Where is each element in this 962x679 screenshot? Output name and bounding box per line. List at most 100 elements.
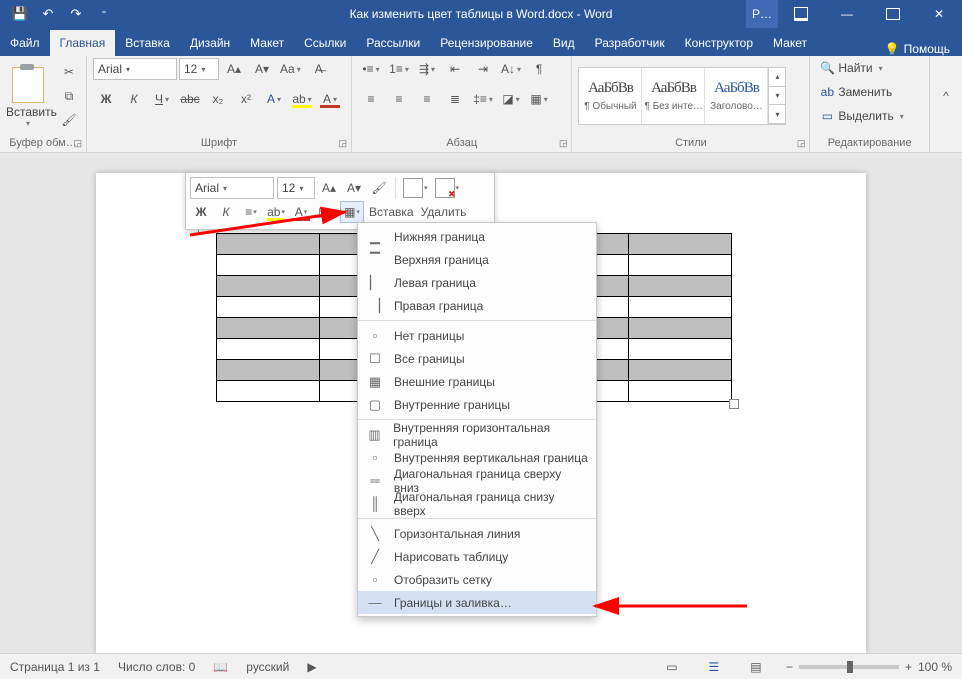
- table-cell[interactable]: [629, 255, 732, 276]
- table-cell[interactable]: [629, 381, 732, 402]
- paste-button[interactable]: Вставить ▾: [6, 65, 50, 128]
- tab-review[interactable]: Рецензирование: [430, 30, 543, 56]
- mini-insert-label[interactable]: Вставка: [367, 202, 416, 222]
- tab-references[interactable]: Ссылки: [294, 30, 356, 56]
- status-page[interactable]: Страница 1 из 1: [10, 660, 100, 674]
- align-right-icon[interactable]: ≡: [414, 88, 440, 110]
- select-button[interactable]: ▭Выделить▾: [820, 106, 903, 126]
- cut-icon[interactable]: ✂: [56, 61, 82, 83]
- shading-icon[interactable]: ◪: [498, 88, 524, 110]
- styles-more-icon[interactable]: ▾: [769, 105, 785, 124]
- view-web-icon[interactable]: ▤: [744, 657, 768, 677]
- clear-format-icon[interactable]: A̶: [306, 58, 332, 80]
- zoom-in-icon[interactable]: +: [905, 660, 912, 674]
- view-print-icon[interactable]: ☰: [702, 657, 726, 677]
- collapse-ribbon-icon[interactable]: ^: [933, 85, 959, 107]
- table-cell[interactable]: [629, 234, 732, 255]
- mini-shrink-font-icon[interactable]: A▾: [343, 178, 365, 198]
- font-launcher-icon[interactable]: ◲: [339, 138, 348, 149]
- borders-menu-item[interactable]: ╱Нарисовать таблицу: [358, 545, 596, 568]
- tab-home[interactable]: Главная: [50, 30, 116, 56]
- mini-shading-icon[interactable]: ◪: [315, 202, 337, 222]
- mini-size-combo[interactable]: 12▾: [277, 177, 315, 199]
- sort-icon[interactable]: A↓: [498, 58, 524, 80]
- redo-icon[interactable]: ↷: [64, 2, 88, 26]
- format-painter-icon[interactable]: 🖌: [56, 109, 82, 131]
- underline-icon[interactable]: Ч: [149, 88, 175, 110]
- justify-icon[interactable]: ≣: [442, 88, 468, 110]
- borders-menu-item[interactable]: ▔Верхняя граница: [358, 248, 596, 271]
- font-color-icon[interactable]: A: [317, 88, 343, 110]
- ribbon-display-icon[interactable]: [778, 0, 824, 28]
- highlight-icon[interactable]: ab: [289, 88, 315, 110]
- zoom-level[interactable]: 100 %: [918, 660, 952, 674]
- borders-menu-item[interactable]: ╲Горизонтальная линия: [358, 522, 596, 545]
- styles-gallery[interactable]: АаБбВв ¶ Обычный АаБбВв ¶ Без инте… АаБб…: [578, 67, 786, 125]
- mini-grow-font-icon[interactable]: A▴: [318, 178, 340, 198]
- mini-font-combo[interactable]: Arial▾: [190, 177, 274, 199]
- copy-icon[interactable]: ⧉: [56, 85, 82, 107]
- table-cell[interactable]: [629, 318, 732, 339]
- table-cell[interactable]: [217, 381, 320, 402]
- view-read-icon[interactable]: ▭: [660, 657, 684, 677]
- indent-increase-icon[interactable]: ⇥: [470, 58, 496, 80]
- borders-menu-item[interactable]: ▢Внутренние границы: [358, 393, 596, 416]
- status-proof-icon[interactable]: 📖: [213, 660, 228, 674]
- borders-icon[interactable]: ▦: [526, 88, 552, 110]
- tab-insert[interactable]: Вставка: [115, 30, 180, 56]
- mini-bold-icon[interactable]: Ж: [190, 202, 212, 222]
- borders-menu-item[interactable]: ☐Все границы: [358, 347, 596, 370]
- zoom-slider[interactable]: [799, 665, 899, 669]
- table-cell[interactable]: [217, 255, 320, 276]
- table-cell[interactable]: [217, 318, 320, 339]
- shrink-font-icon[interactable]: A▾: [249, 58, 275, 80]
- bold-icon[interactable]: Ж: [93, 88, 119, 110]
- table-resize-handle-icon[interactable]: [729, 399, 739, 409]
- find-button[interactable]: 🔍Найти▾: [820, 58, 882, 78]
- style-no-spacing[interactable]: АаБбВв ¶ Без инте…: [642, 68, 705, 124]
- tab-file[interactable]: Файл: [0, 30, 50, 56]
- tab-table-design[interactable]: Конструктор: [675, 30, 763, 56]
- bullets-icon[interactable]: •≡: [358, 58, 384, 80]
- grow-font-icon[interactable]: A▴: [221, 58, 247, 80]
- status-macro-icon[interactable]: ▶: [307, 660, 316, 674]
- change-case-icon[interactable]: Aa: [277, 58, 304, 80]
- table-cell[interactable]: [629, 297, 732, 318]
- mini-align-icon[interactable]: ≡: [240, 202, 262, 222]
- table-cell[interactable]: [629, 276, 732, 297]
- align-center-icon[interactable]: ≡: [386, 88, 412, 110]
- tab-view[interactable]: Вид: [543, 30, 585, 56]
- save-icon[interactable]: 💾: [8, 2, 32, 26]
- mini-delete-label[interactable]: Удалить: [419, 202, 469, 222]
- undo-icon[interactable]: ↶: [36, 2, 60, 26]
- borders-menu-item[interactable]: ▁Нижняя граница: [358, 225, 596, 248]
- status-word-count[interactable]: Число слов: 0: [118, 660, 195, 674]
- borders-menu-item[interactable]: ▫Нет границы: [358, 324, 596, 347]
- tab-developer[interactable]: Разработчик: [585, 30, 675, 56]
- borders-menu-item[interactable]: —Границы и заливка…: [358, 591, 596, 614]
- borders-menu-item[interactable]: ▥Внутренняя горизонтальная граница: [358, 423, 596, 446]
- show-marks-icon[interactable]: ¶: [526, 58, 552, 80]
- style-normal[interactable]: АаБбВв ¶ Обычный: [579, 68, 642, 124]
- paragraph-launcher-icon[interactable]: ◲: [559, 138, 568, 149]
- minimize-icon[interactable]: ―: [824, 0, 870, 28]
- mini-italic-icon[interactable]: К: [215, 202, 237, 222]
- zoom-out-icon[interactable]: −: [786, 660, 793, 674]
- replace-button[interactable]: abЗаменить: [820, 82, 892, 102]
- borders-menu-item[interactable]: ▫Отобразить сетку: [358, 568, 596, 591]
- multilevel-icon[interactable]: ⇶: [414, 58, 440, 80]
- align-left-icon[interactable]: ≡: [358, 88, 384, 110]
- text-effects-icon[interactable]: A: [261, 88, 287, 110]
- tab-design[interactable]: Дизайн: [180, 30, 240, 56]
- borders-menu-item[interactable]: ▦Внешние границы: [358, 370, 596, 393]
- table-cell[interactable]: [217, 297, 320, 318]
- table-cell[interactable]: [629, 360, 732, 381]
- borders-menu-item[interactable]: ▏Левая граница: [358, 271, 596, 294]
- mini-format-painter-icon[interactable]: 🖌: [368, 178, 390, 198]
- styles-down-icon[interactable]: ▾: [769, 87, 785, 106]
- tab-layout[interactable]: Макет: [240, 30, 294, 56]
- borders-menu-item[interactable]: ║Диагональная граница снизу вверх: [358, 492, 596, 515]
- table-cell[interactable]: [217, 276, 320, 297]
- qat-more-icon[interactable]: ⁼: [92, 2, 116, 26]
- clipboard-launcher-icon[interactable]: ◲: [73, 138, 82, 149]
